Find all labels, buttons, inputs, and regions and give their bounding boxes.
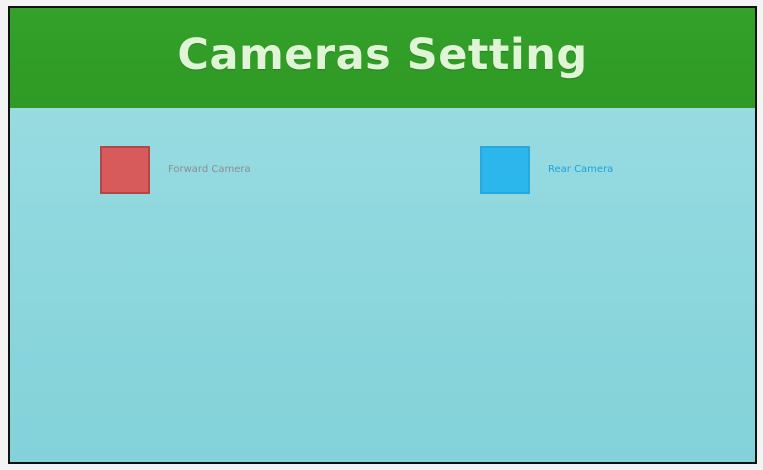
rear-camera-label: Rear Camera [548, 164, 614, 175]
page-title: Cameras Setting [177, 30, 588, 80]
forward-camera-option[interactable]: Forward Camera [100, 146, 251, 194]
forward-camera-label: Forward Camera [168, 164, 251, 175]
rear-camera-option[interactable]: Rear Camera [480, 146, 613, 194]
forward-camera-toggle[interactable] [100, 146, 150, 194]
rear-camera-toggle[interactable] [480, 146, 530, 194]
screen-frame: Cameras Setting Forward Camera Rear Came… [8, 6, 757, 464]
title-bar: Cameras Setting [10, 8, 755, 108]
camera-settings-screen: Cameras Setting Forward Camera Rear Came… [10, 8, 755, 462]
